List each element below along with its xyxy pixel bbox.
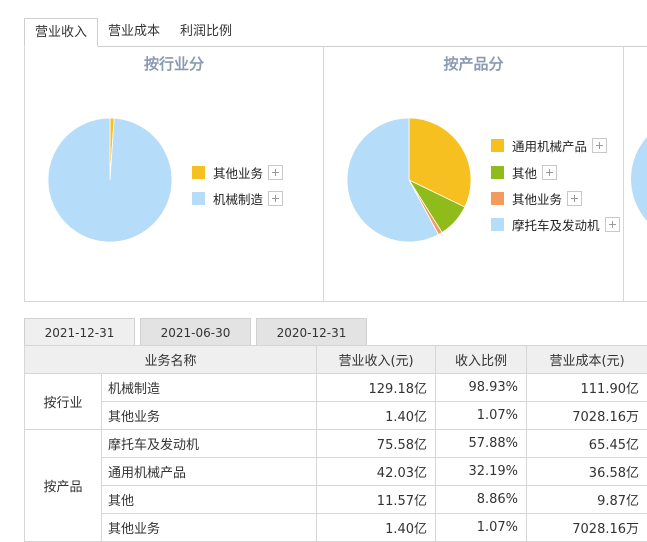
partial-pie-slice — [631, 137, 647, 221]
legend-item-general-machinery[interactable]: 通用机械产品 — [491, 136, 608, 154]
row-ratio: 8.86% — [435, 485, 528, 514]
row-cost: 7028.16万 — [526, 513, 647, 542]
table-header-row: 业务名称 营业收入(元) 收入比例 营业成本(元) — [23, 345, 647, 374]
group-label-product: 按产品 — [24, 429, 102, 542]
row-revenue: 1.40亿 — [316, 401, 437, 430]
row-name: 摩托车及发动机 — [100, 429, 318, 458]
expand-plus-icon[interactable] — [592, 137, 608, 153]
table-row: 通用机械产品 42.03亿 32.19% 36.58亿 — [25, 457, 647, 486]
col-header-cost: 营业成本(元) — [526, 345, 647, 374]
legend-label: 其他业务 — [512, 191, 563, 207]
date-tab-2021-06-30[interactable]: 2021-06-30 — [140, 318, 251, 346]
industry-panel-title: 按行业分 — [143, 55, 204, 73]
industry-panel: 按行业分 其他业务 机械制造 — [25, 46, 324, 301]
row-revenue: 1.40亿 — [316, 513, 437, 542]
row-name: 其他业务 — [100, 401, 318, 430]
row-cost: 7028.16万 — [526, 401, 647, 430]
row-revenue: 11.57亿 — [316, 485, 437, 514]
pie-slice-1[interactable] — [47, 117, 173, 243]
row-cost: 9.87亿 — [526, 485, 647, 514]
group-label-industry: 按行业 — [24, 373, 102, 430]
industry-pie-chart[interactable] — [47, 117, 173, 243]
legend-swatch — [491, 191, 504, 205]
expand-plus-icon[interactable] — [604, 216, 620, 232]
product-panel: 按产品分 通用机械产品 其他 其他业务 摩托车及发动机 — [324, 46, 624, 301]
table-row: 按行业 机械制造 129.18亿 98.93% 111.90亿 — [24, 373, 647, 430]
row-cost: 111.90亿 — [526, 373, 647, 402]
table-row: 按产品 摩托车及发动机 75.58亿 57.88% 65.45亿 — [24, 429, 647, 542]
row-ratio: 57.88% — [435, 429, 528, 458]
legend-item-other[interactable]: 其他 — [491, 163, 558, 181]
expand-plus-icon[interactable] — [268, 190, 284, 206]
col-header-revenue: 营业收入(元) — [316, 345, 437, 374]
table-row: 其他业务 1.40亿 1.07% 7028.16万 — [25, 513, 647, 542]
row-ratio: 98.93% — [435, 373, 528, 402]
row-name: 其他业务 — [100, 513, 318, 542]
legend-label: 其他业务 — [213, 165, 264, 181]
third-panel-partial — [624, 46, 647, 301]
chart-panels: 按行业分 其他业务 机械制造 按产品分 通用机械产品 其他 其他业务 摩托车及发… — [24, 46, 647, 302]
tab-revenue[interactable]: 营业收入 — [24, 18, 99, 47]
expand-plus-icon[interactable] — [268, 164, 284, 180]
legend-swatch — [192, 191, 205, 205]
expand-plus-icon[interactable] — [542, 164, 558, 180]
revenue-tabs: 营业收入 营业成本 利润比例 — [24, 18, 242, 47]
row-cost: 65.45亿 — [526, 429, 647, 458]
row-revenue: 42.03亿 — [316, 457, 437, 486]
tab-cost[interactable]: 营业成本 — [98, 18, 170, 47]
row-ratio: 1.07% — [435, 401, 528, 430]
legend-item-machinery[interactable]: 机械制造 — [192, 189, 284, 207]
row-name: 机械制造 — [100, 373, 318, 402]
table-row: 其他业务 1.40亿 1.07% 7028.16万 — [25, 401, 647, 430]
table-row: 其他 11.57亿 8.86% 9.87亿 — [25, 485, 647, 514]
partial-pie-chart — [631, 137, 647, 221]
legend-label: 机械制造 — [213, 191, 264, 207]
col-header-revenue-ratio: 收入比例 — [435, 345, 528, 374]
legend-item-motorcycle-engine[interactable]: 摩托车及发动机 — [491, 215, 620, 233]
col-header-business-name: 业务名称 — [23, 345, 318, 374]
row-revenue: 75.58亿 — [316, 429, 437, 458]
expand-plus-icon[interactable] — [567, 190, 583, 206]
row-name: 通用机械产品 — [100, 457, 318, 486]
date-tab-2020-12-31[interactable]: 2020-12-31 — [256, 318, 367, 346]
revenue-table: 业务名称 营业收入(元) 收入比例 营业成本(元) 按行业 机械制造 129.1… — [23, 345, 647, 542]
legend-swatch — [491, 138, 504, 152]
legend-swatch — [491, 217, 504, 231]
legend-label: 通用机械产品 — [512, 138, 588, 154]
legend-label: 摩托车及发动机 — [512, 217, 600, 233]
row-name: 其他 — [100, 485, 318, 514]
legend-item-other-business[interactable]: 其他业务 — [192, 163, 284, 181]
legend-swatch — [192, 165, 205, 179]
product-panel-title: 按产品分 — [443, 55, 504, 73]
row-revenue: 129.18亿 — [316, 373, 437, 402]
legend-label: 其他 — [512, 165, 538, 181]
date-tab-2021-12-31[interactable]: 2021-12-31 — [24, 318, 135, 346]
row-cost: 36.58亿 — [526, 457, 647, 486]
legend-swatch — [491, 165, 504, 179]
row-ratio: 32.19% — [435, 457, 528, 486]
tab-profit-ratio[interactable]: 利润比例 — [170, 18, 242, 47]
product-pie-chart[interactable] — [346, 117, 472, 243]
row-ratio: 1.07% — [435, 513, 528, 542]
legend-item-other-business[interactable]: 其他业务 — [491, 189, 583, 207]
